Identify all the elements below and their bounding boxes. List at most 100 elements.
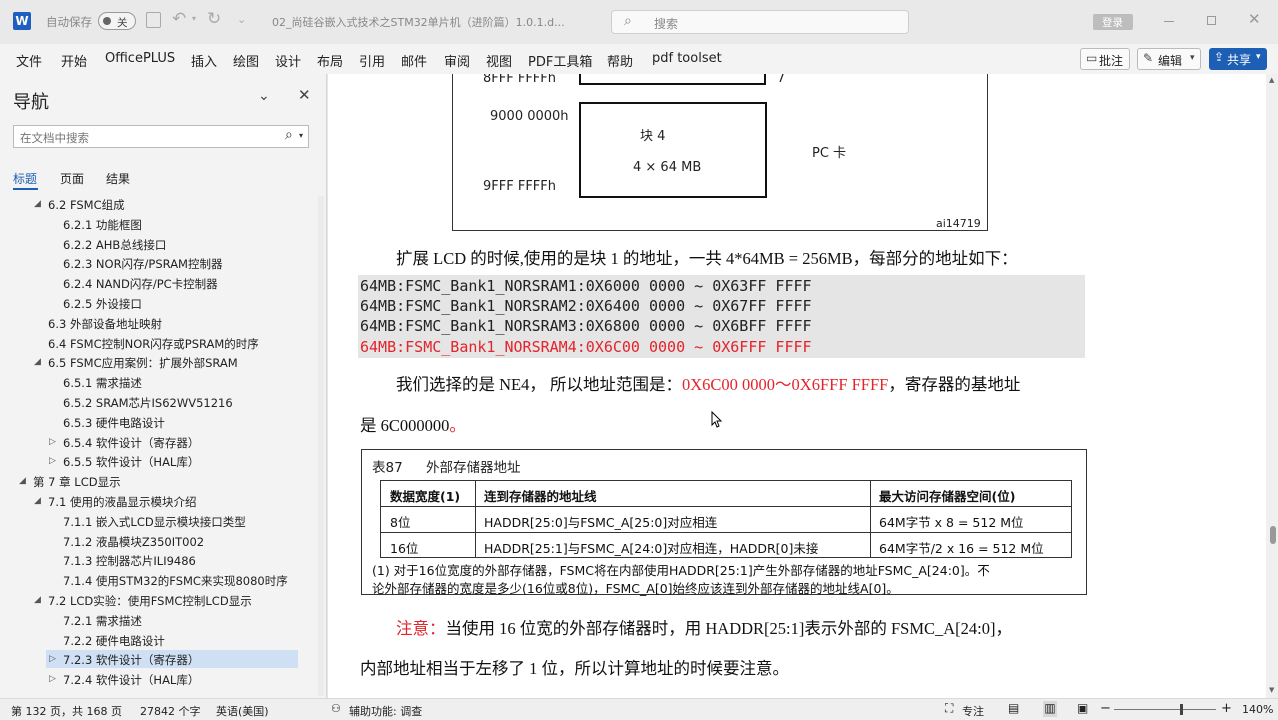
- focus-mode[interactable]: 专注: [962, 703, 984, 719]
- save-icon[interactable]: [146, 12, 161, 28]
- nav-heading-item[interactable]: 6.2.2 AHB总线接口: [63, 237, 166, 253]
- menu-mailings[interactable]: 邮件: [401, 51, 427, 70]
- menu-draw[interactable]: 绘图: [233, 51, 259, 70]
- accessibility-status[interactable]: 辅助功能: 调查: [349, 703, 422, 719]
- nav-heading-item[interactable]: 6.5.3 硬件电路设计: [63, 415, 165, 431]
- collapse-triangle-icon[interactable]: ◢: [19, 476, 26, 486]
- collapse-triangle-icon[interactable]: ◢: [34, 199, 41, 209]
- nav-search-icon[interactable]: ⌕: [285, 127, 293, 143]
- restore-icon[interactable]: [1207, 16, 1216, 25]
- nav-heading-item[interactable]: 6.5.2 SRAM芯片IS62WV51216: [63, 395, 233, 411]
- nav-heading-item[interactable]: 第 7 章 LCD显示: [33, 474, 121, 490]
- nav-close-icon[interactable]: ✕: [298, 86, 311, 104]
- nav-heading-item[interactable]: 6.2.1 功能框图: [63, 217, 142, 233]
- menu-insert[interactable]: 插入: [191, 51, 217, 70]
- expand-triangle-icon[interactable]: ▷: [49, 456, 56, 466]
- nav-heading-item[interactable]: 6.3 外部设备地址映射: [48, 316, 162, 332]
- nav-search-dropdown-icon[interactable]: ▾: [299, 131, 303, 140]
- nav-options-chevron-icon[interactable]: ⌄: [258, 88, 270, 104]
- menu-references[interactable]: 引用: [359, 51, 385, 70]
- nav-heading-item[interactable]: 7.2.2 硬件电路设计: [63, 633, 165, 649]
- nav-tab-active-underline: [13, 188, 38, 190]
- nav-heading-item[interactable]: 7.2.3 软件设计（寄存器）: [63, 652, 199, 668]
- nav-heading-item[interactable]: 6.2 FSMC组成: [48, 197, 125, 213]
- zoom-level[interactable]: 140%: [1242, 703, 1273, 716]
- nav-heading-item[interactable]: 6.5.4 软件设计（寄存器）: [63, 435, 199, 451]
- zoom-slider[interactable]: [1114, 709, 1216, 710]
- nav-heading-item[interactable]: 7.2.1 需求描述: [63, 613, 142, 629]
- login-button[interactable]: 登录: [1093, 14, 1133, 30]
- minimize-icon[interactable]: [1164, 21, 1174, 22]
- read-mode-icon[interactable]: ▤: [1008, 701, 1019, 715]
- collapse-triangle-icon[interactable]: ◢: [34, 496, 41, 506]
- scroll-thumb[interactable]: [1270, 526, 1276, 544]
- menu-help[interactable]: 帮助: [607, 51, 633, 70]
- note-label: 注意：: [396, 619, 446, 638]
- menu-layout[interactable]: 布局: [317, 51, 343, 70]
- share-button[interactable]: ⇪ 共享 ▾: [1209, 48, 1267, 70]
- table-cell-8bit-lines: HADDR[25:0]与FSMC_A[25:0]对应相连: [484, 515, 718, 530]
- customize-toolbar-icon[interactable]: ⌄: [237, 13, 246, 26]
- code-line-2: 64MB:FSMC_Bank1_NORSRAM2:0X6400 0000 ~ 0…: [360, 297, 812, 315]
- nav-heading-item[interactable]: 7.2.4 软件设计（HAL库）: [63, 672, 199, 688]
- table-header-address-lines: 连到存储器的地址线: [484, 489, 597, 504]
- document-scrollbar[interactable]: ▲ ▼: [1266, 74, 1278, 698]
- nav-search-input[interactable]: 在文档中搜索 ⌕ ▾: [13, 125, 309, 148]
- nav-tab-headings[interactable]: 标题: [13, 170, 37, 187]
- undo-dropdown-icon[interactable]: ▾: [192, 14, 196, 23]
- menu-view[interactable]: 视图: [486, 51, 512, 70]
- nav-heading-item[interactable]: 6.2.3 NOR闪存/PSRAM控制器: [63, 256, 222, 272]
- menu-pdf-toolbox[interactable]: PDF工具箱: [528, 51, 592, 70]
- table-cell-16bit-lines: HADDR[25:1]与FSMC_A[24:0]对应相连，HADDR[0]未接: [484, 541, 819, 556]
- nav-heading-item[interactable]: 6.5.5 软件设计（HAL库）: [63, 454, 199, 470]
- zoom-out-icon[interactable]: −: [1100, 701, 1111, 716]
- scroll-up-icon[interactable]: ▲: [1269, 76, 1274, 84]
- comment-button[interactable]: ▭ 批注: [1080, 48, 1130, 70]
- zoom-slider-thumb[interactable]: [1180, 704, 1183, 715]
- page-count[interactable]: 第 132 页，共 168 页: [11, 703, 122, 719]
- collapse-triangle-icon[interactable]: ◢: [34, 357, 41, 367]
- nav-heading-item[interactable]: 7.1.2 液晶模块Z350IT002: [63, 534, 204, 550]
- nav-heading-item[interactable]: 7.1.3 控制器芯片ILI9486: [63, 553, 196, 569]
- word-count[interactable]: 27842 个字: [140, 703, 201, 719]
- nav-tab-pages[interactable]: 页面: [60, 170, 84, 187]
- nav-heading-item[interactable]: 6.5.1 需求描述: [63, 375, 142, 391]
- print-layout-icon[interactable]: ▥: [1043, 701, 1057, 717]
- expand-triangle-icon[interactable]: ▷: [49, 674, 56, 684]
- menu-design[interactable]: 设计: [275, 51, 301, 70]
- scroll-down-icon[interactable]: ▼: [1269, 686, 1274, 694]
- menu-file[interactable]: 文件: [16, 51, 42, 70]
- nav-heading-item[interactable]: 6.2.4 NAND闪存/PC卡控制器: [63, 276, 218, 292]
- edit-mode-button[interactable]: ✎ 编辑 ▾: [1137, 48, 1201, 70]
- nav-heading-item[interactable]: 7.1.4 使用STM32的FSMC来实现8080时序: [63, 573, 288, 589]
- web-layout-icon[interactable]: ▣: [1077, 701, 1088, 715]
- nav-heading-item[interactable]: 7.1.1 嵌入式LCD显示模块接口类型: [63, 514, 246, 530]
- menu-pdf-toolset[interactable]: pdf toolset: [652, 51, 722, 66]
- code-line-1: 64MB:FSMC_Bank1_NORSRAM1:0X6000 0000 ~ 0…: [360, 277, 812, 295]
- expand-triangle-icon[interactable]: ▷: [49, 654, 56, 664]
- undo-icon[interactable]: ↶: [172, 9, 186, 29]
- nav-tab-results[interactable]: 结果: [106, 170, 130, 187]
- document-title: 02_尚硅谷嵌入式技术之STM32单片机（进阶篇）1.0.1.d...: [272, 16, 565, 29]
- paragraph-extend-lcd: 扩展 LCD 的时候,使用的是块 1 的地址，一共 4*64MB = 256MB…: [396, 249, 1018, 268]
- table-cell-8bit-space: 64M字节 x 8 = 512 M位: [879, 515, 1024, 530]
- nav-pane-scrollbar[interactable]: [318, 196, 324, 696]
- expand-triangle-icon[interactable]: ▷: [49, 437, 56, 447]
- nav-heading-item[interactable]: 7.2 LCD实验：使用FSMC控制LCD显示: [48, 593, 252, 609]
- menu-review[interactable]: 审阅: [444, 51, 470, 70]
- redo-icon[interactable]: ↻: [207, 9, 221, 29]
- autosave-toggle[interactable]: 关: [98, 12, 136, 30]
- language[interactable]: 英语(美国): [216, 703, 269, 719]
- nav-heading-item[interactable]: 6.2.5 外设接口: [63, 296, 142, 312]
- nav-heading-item[interactable]: 7.1 使用的液晶显示模块介绍: [48, 494, 196, 510]
- nav-heading-item[interactable]: 6.4 FSMC控制NOR闪存或PSRAM的时序: [48, 336, 259, 352]
- menu-officeplus[interactable]: OfficePLUS: [105, 51, 175, 66]
- ribbon-search-box[interactable]: ⌕ 搜索: [611, 10, 909, 34]
- collapse-triangle-icon[interactable]: ◢: [34, 595, 41, 605]
- nav-title: 导航: [13, 92, 49, 113]
- paragraph-ne4: 我们选择的是 NE4， 所以地址范围是：0X6C00 0000～0X6FFF F…: [396, 371, 1020, 395]
- menu-home[interactable]: 开始: [61, 51, 87, 70]
- close-window-icon[interactable]: ✕: [1248, 10, 1261, 28]
- zoom-in-icon[interactable]: +: [1221, 701, 1232, 716]
- nav-heading-item[interactable]: 6.5 FSMC应用案例：扩展外部SRAM: [48, 355, 238, 371]
